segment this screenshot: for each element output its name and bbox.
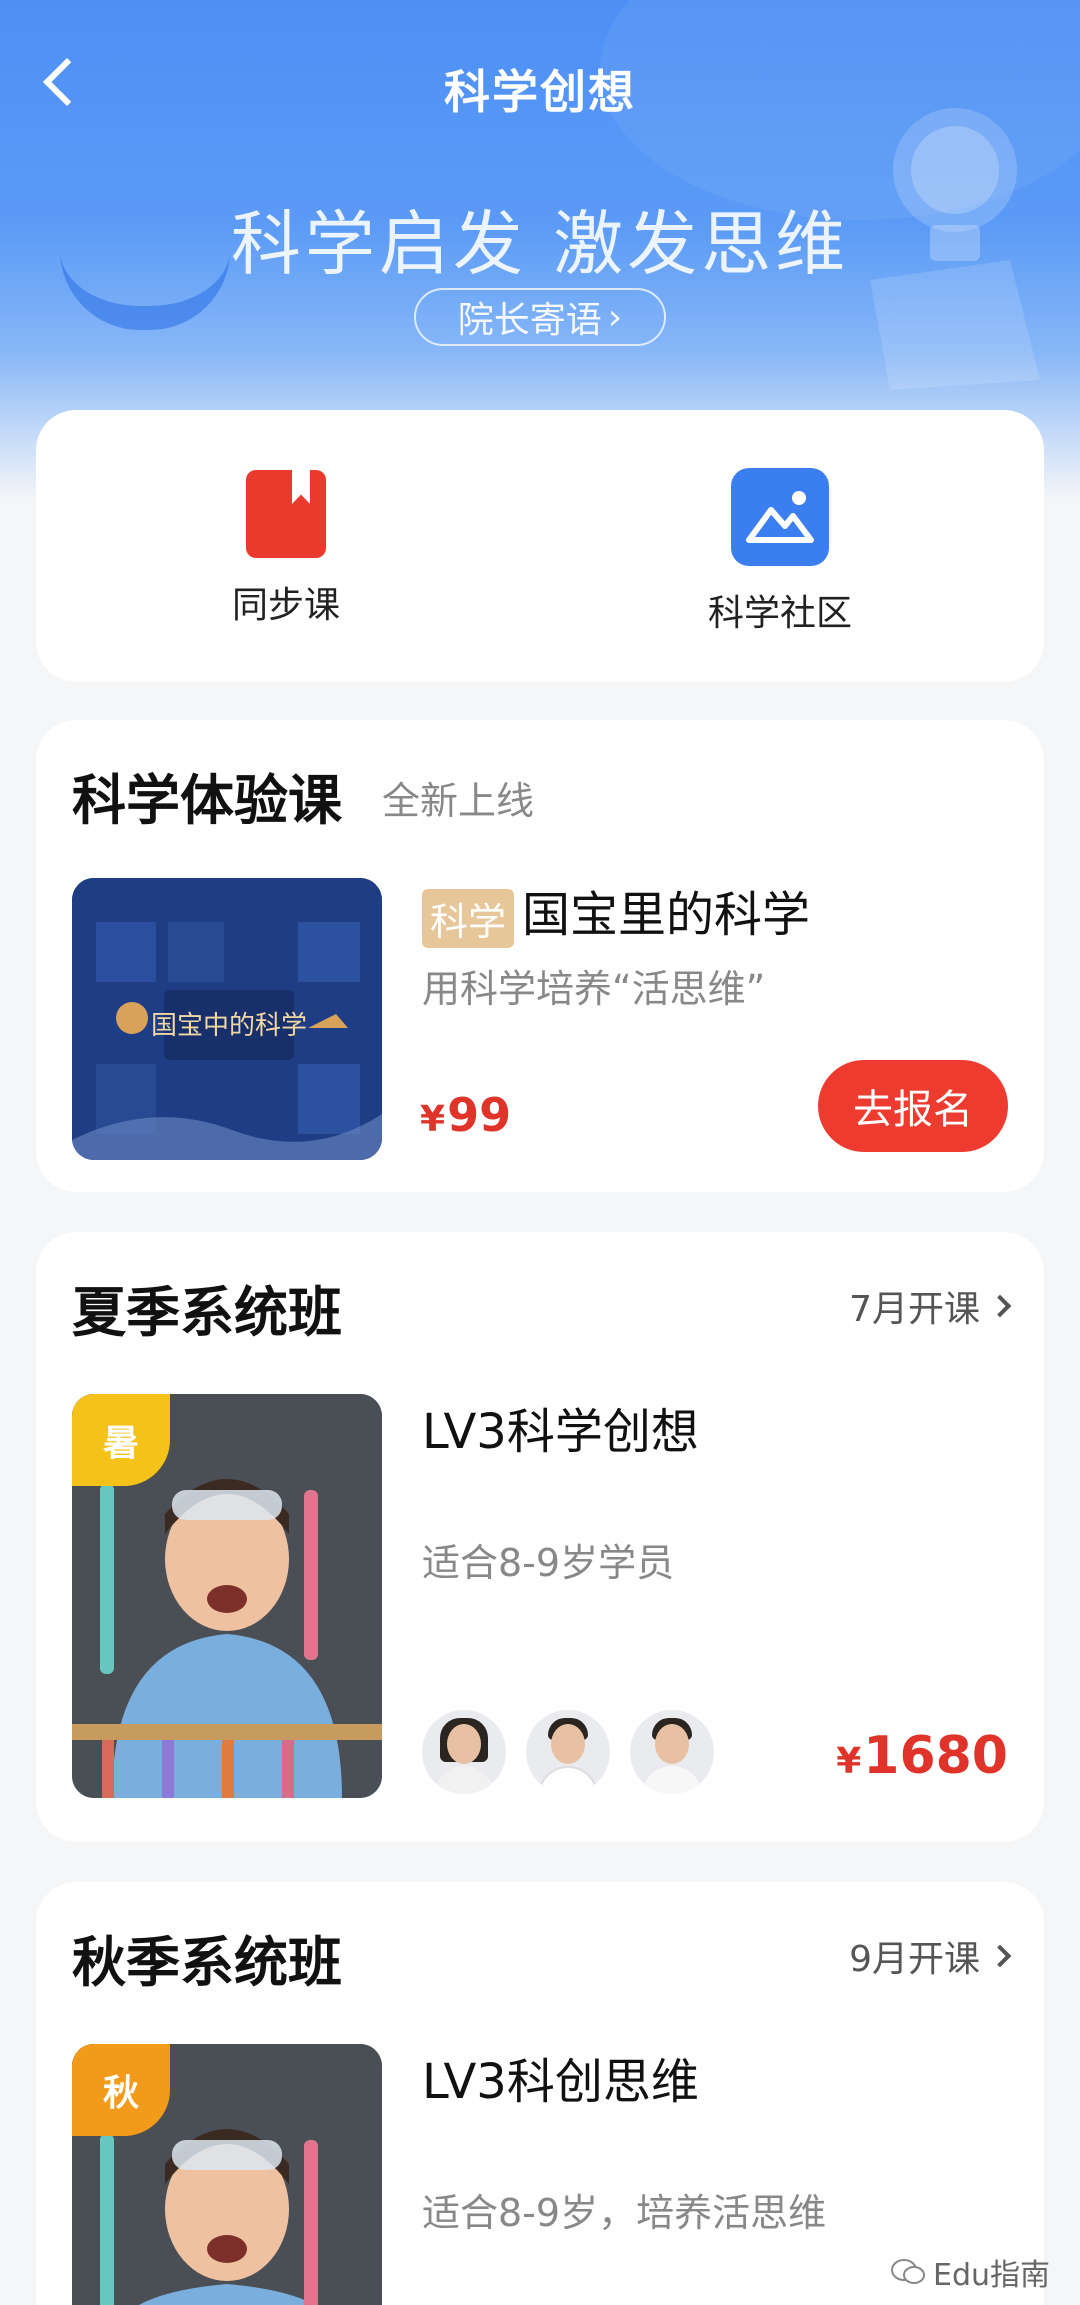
course-thumbnail[interactable]: 暑: [72, 1394, 382, 1798]
director-message-button[interactable]: 院长寄语 ›: [414, 288, 666, 346]
course-name[interactable]: 科学 国宝里的科学: [422, 875, 810, 948]
currency-symbol: ¥: [836, 1741, 862, 1782]
course-desc: 适合8-9岁，培养活思维: [422, 2191, 827, 2235]
course-desc: 用科学培养“活思维”: [422, 967, 766, 1011]
page-title: 科学创想: [444, 65, 636, 119]
autumn-corner-tag: 秋: [72, 2044, 170, 2136]
gallery-image-icon: [731, 468, 829, 566]
cover-title-text: 国宝中的科学: [151, 1011, 307, 1041]
teacher-avatars: [422, 1710, 714, 1794]
course-cover-art-icon: 国宝中的科学: [72, 878, 382, 1160]
section-subtitle: 全新上线: [382, 779, 535, 823]
subject-tag: 科学: [422, 888, 515, 948]
summer-class-card: 夏季系统班 7月开课 暑 LV3科学创想 适合8-9岁学员 ¥1680: [36, 1232, 1044, 1842]
start-month-label: 9月开课: [849, 1939, 980, 1980]
course-desc: 适合8-9岁学员: [422, 1541, 675, 1585]
enroll-button[interactable]: 去报名: [818, 1060, 1008, 1152]
summer-corner-tag: 暑: [72, 1394, 170, 1486]
autumn-more-link[interactable]: 9月开课: [849, 1930, 1012, 1982]
teacher-avatar[interactable]: [630, 1710, 714, 1794]
course-name-text: 国宝里的科学: [522, 887, 811, 943]
bookmark-book-icon: [246, 470, 326, 558]
trial-course-card: 科学体验课 全新上线 国宝中的科学 科学 国宝里的科学 用科学培养“活思维” ¥9…: [36, 720, 1044, 1192]
teacher-avatar[interactable]: [526, 1710, 610, 1794]
director-message-label: 院长寄语: [457, 300, 602, 341]
teacher-avatar[interactable]: [422, 1710, 506, 1794]
course-name[interactable]: LV3科创思维: [422, 2042, 699, 2112]
course-price: ¥99: [420, 1088, 511, 1142]
course-thumbnail[interactable]: 国宝中的科学: [72, 878, 382, 1160]
currency-symbol: ¥: [420, 1099, 446, 1140]
wechat-icon: [890, 2259, 925, 2284]
shortcut-label: 科学社区: [707, 593, 852, 634]
summer-more-link[interactable]: 7月开课: [849, 1280, 1012, 1332]
shortcuts-card: 同步课 科学社区: [36, 410, 1044, 682]
shortcut-science-community[interactable]: 科学社区: [630, 468, 930, 636]
source-watermark: Edu指南: [890, 2250, 1050, 2294]
chevron-right-icon: ›: [607, 296, 623, 338]
chevron-right-icon: [988, 1294, 1012, 1318]
chevron-right-icon: [988, 1944, 1012, 1968]
header-slogan: 科学启发 激发思维: [230, 203, 850, 285]
section-title: 秋季系统班: [72, 1931, 342, 1994]
start-month-label: 7月开课: [849, 1289, 980, 1330]
price-value: 99: [447, 1088, 512, 1142]
price-value: 1680: [863, 1726, 1008, 1786]
course-thumbnail[interactable]: 秋: [72, 2044, 382, 2305]
section-title: 夏季系统班: [72, 1281, 342, 1344]
section-title: 科学体验课: [72, 769, 342, 832]
shortcut-sync-course[interactable]: 同步课: [136, 470, 436, 628]
course-price: ¥1680: [836, 1726, 1008, 1786]
watermark-text: Edu指南: [932, 2258, 1050, 2293]
shortcut-label: 同步课: [231, 585, 340, 626]
autumn-class-card: 秋季系统班 9月开课 秋 LV3科创思维 适合8-9岁，培养活思维: [36, 1882, 1044, 2305]
course-name[interactable]: LV3科学创想: [422, 1392, 699, 1462]
